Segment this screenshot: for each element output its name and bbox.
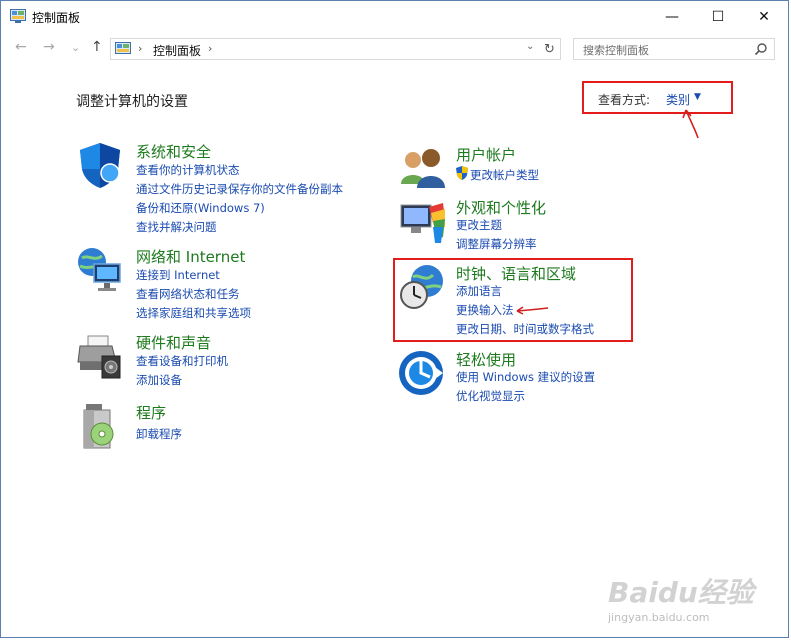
category-link[interactable]: 使用 Windows 建议的设置 (456, 369, 595, 385)
watermark-brand: Baidu经验 (608, 576, 754, 609)
refresh-button[interactable]: ↻ (539, 38, 561, 60)
breadcrumb-control-panel[interactable]: 控制面板 (153, 42, 201, 59)
category-link[interactable]: 查找并解决问题 (136, 219, 217, 235)
category-link[interactable]: 更改帐户类型 (470, 167, 539, 183)
category-link[interactable]: 调整屏幕分辨率 (456, 236, 537, 252)
category-link[interactable]: 查看网络状态和任务 (136, 286, 240, 302)
category-link[interactable]: 查看你的计算机状态 (136, 162, 240, 178)
search-placeholder: 搜索控制面板 (583, 44, 649, 57)
recent-locations-icon[interactable]: ⌄ (71, 41, 80, 54)
forward-arrow-icon[interactable]: → (43, 39, 55, 55)
view-by-control: 查看方式: 类别 ▼ (582, 81, 733, 114)
maximize-button[interactable]: ☐ (695, 1, 741, 32)
close-button[interactable]: ✕ (741, 1, 787, 32)
category-link[interactable]: 优化视觉显示 (456, 388, 525, 404)
category-link[interactable]: 选择家庭组和共享选项 (136, 305, 251, 321)
printer-icon (77, 335, 121, 379)
category-title[interactable]: 外观和个性化 (456, 197, 546, 218)
category-title[interactable]: 用户帐户 (456, 144, 516, 165)
breadcrumb-separator-icon[interactable]: › (208, 42, 212, 55)
search-input[interactable]: 搜索控制面板 (573, 38, 775, 60)
category-link[interactable]: 卸载程序 (136, 426, 182, 442)
control-panel-icon (10, 9, 26, 23)
minimize-button[interactable]: — (649, 1, 695, 32)
view-by-caret-icon[interactable]: ▼ (694, 92, 701, 102)
search-icon (754, 43, 767, 56)
category-link[interactable]: 连接到 Internet (136, 267, 220, 283)
category-title[interactable]: 时钟、语言和区域 (456, 263, 576, 284)
window-title: 控制面板 (32, 11, 81, 25)
annotation-arrow (516, 306, 549, 315)
control-panel-icon (115, 42, 131, 54)
title-bar: 控制面板 — ☐ ✕ (1, 1, 788, 32)
category-title[interactable]: 程序 (136, 402, 166, 423)
category-title[interactable]: 网络和 Internet (136, 246, 245, 267)
appearance-monitor-icon (400, 203, 445, 243)
breadcrumb-separator-icon[interactable]: › (138, 42, 142, 55)
clock-globe-icon (400, 265, 443, 309)
up-arrow-icon[interactable]: ↑ (91, 39, 103, 55)
category-link[interactable]: 更换输入法 (456, 302, 514, 318)
category-link[interactable]: 添加设备 (136, 372, 182, 388)
shield-icon (80, 143, 120, 188)
category-title[interactable]: 硬件和声音 (136, 332, 211, 353)
baidu-watermark: Baidu经验 jingyan.baidu.com (608, 571, 754, 624)
annotation-arrow (682, 109, 699, 139)
network-globe-icon (78, 248, 121, 291)
address-dropdown-icon[interactable]: ⌄ (526, 41, 534, 52)
category-title[interactable]: 系统和安全 (136, 141, 211, 162)
page-heading: 调整计算机的设置 (76, 94, 188, 110)
ease-of-access-icon (399, 351, 443, 395)
users-icon (401, 149, 445, 188)
category-link[interactable]: 通过文件历史记录保存你的文件备份副本 (136, 181, 343, 197)
category-link[interactable]: 备份和还原(Windows 7) (136, 200, 265, 216)
programs-disc-icon (83, 404, 114, 449)
category-link[interactable]: 查看设备和打印机 (136, 353, 228, 369)
category-link[interactable]: 添加语言 (456, 283, 502, 299)
address-field[interactable]: › 控制面板 › ⌄ (110, 38, 561, 60)
back-arrow-icon[interactable]: ← (15, 39, 27, 55)
view-by-label: 查看方式: (598, 93, 651, 107)
category-link[interactable]: 更改主题 (456, 217, 502, 233)
category-link[interactable]: 更改日期、时间或数字格式 (456, 321, 594, 337)
watermark-url: jingyan.baidu.com (608, 611, 710, 624)
control-panel-window: 控制面板 — ☐ ✕ ← → ⌄ ↑ › 控制面板 › ⌄ ↻ 搜索控制面板 调… (0, 0, 789, 638)
category-title[interactable]: 轻松使用 (456, 349, 516, 370)
uac-shield-icon (456, 166, 468, 180)
